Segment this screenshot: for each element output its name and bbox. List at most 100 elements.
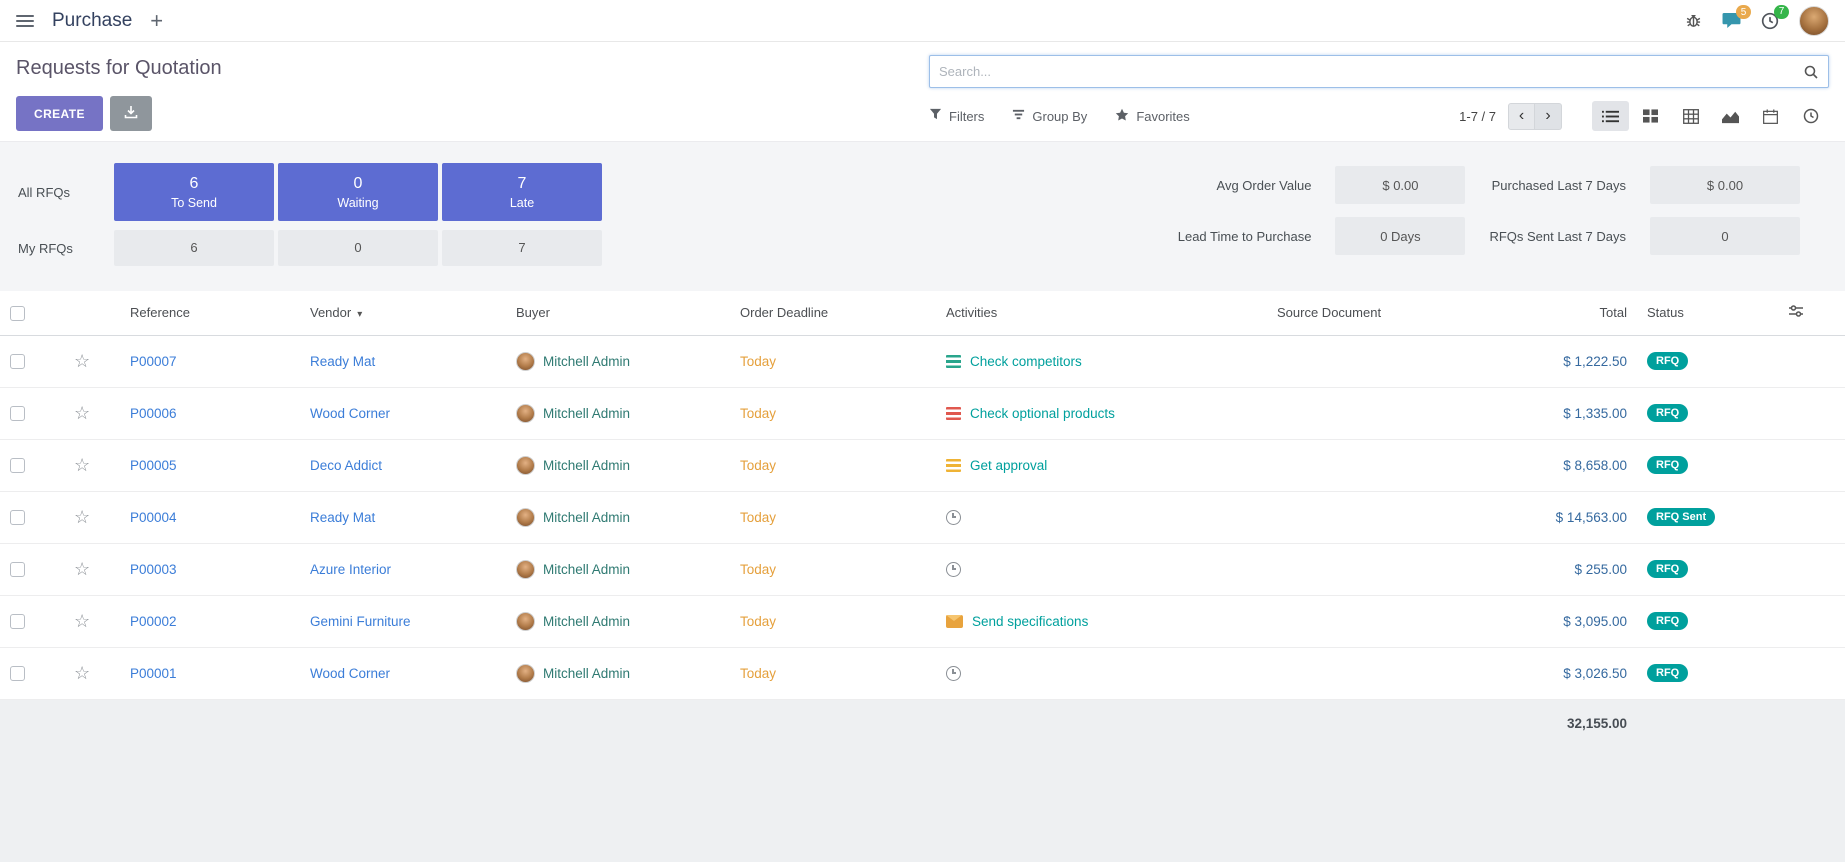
table-row[interactable]: ☆ P00007 Ready Mat Mitchell Admin Today … [0,335,1845,387]
vendor-link[interactable]: Gemini Furniture [310,614,411,629]
favorite-star-icon[interactable]: ☆ [74,403,90,423]
row-checkbox[interactable] [10,406,25,421]
activity-icon[interactable] [946,355,961,368]
view-pivot-button[interactable] [1672,101,1709,131]
table-row[interactable]: ☆ P00002 Gemini Furniture Mitchell Admin… [0,595,1845,647]
column-header-vendor[interactable]: Vendor▾ [300,291,506,335]
favorite-star-icon[interactable]: ☆ [74,507,90,527]
activity-icon[interactable] [946,615,963,628]
reference-link[interactable]: P00001 [130,666,177,681]
activity-icon[interactable] [946,407,961,420]
activities-icon[interactable]: 7 [1761,12,1779,30]
app-name[interactable]: Purchase [52,10,132,32]
buyer-name[interactable]: Mitchell Admin [543,458,630,473]
plus-icon[interactable]: + [150,10,163,32]
row-checkbox[interactable] [10,510,25,525]
activity-icon[interactable] [946,510,961,525]
view-list-button[interactable] [1592,101,1629,131]
select-all-checkbox[interactable] [10,306,25,321]
filters-button[interactable]: Filters [929,108,984,124]
pager-previous-button[interactable]: ‹ [1508,103,1535,130]
status-badge: RFQ [1647,404,1688,422]
apps-menu-icon[interactable] [16,15,34,27]
search-icon[interactable] [1803,64,1819,80]
rfq-table: Reference Vendor▾ Buyer Order Deadline A… [0,291,1845,747]
my-tile-late[interactable]: 7 [442,230,602,266]
page-title: Requests for Quotation [16,57,222,80]
reference-link[interactable]: P00005 [130,458,177,473]
buyer-avatar [516,352,535,371]
tile-to-send[interactable]: 6 To Send [114,163,274,221]
row-checkbox[interactable] [10,562,25,577]
table-row[interactable]: ☆ P00006 Wood Corner Mitchell Admin Toda… [0,387,1845,439]
messages-icon[interactable]: 5 [1722,12,1741,29]
table-row[interactable]: ☆ P00005 Deco Addict Mitchell Admin Toda… [0,439,1845,491]
column-header-reference[interactable]: Reference [120,291,300,335]
debug-icon[interactable] [1685,12,1702,29]
favorites-button[interactable]: Favorites [1115,108,1189,125]
vendor-link[interactable]: Wood Corner [310,406,390,421]
optional-columns-toggle-icon[interactable] [1788,306,1804,321]
view-kanban-button[interactable] [1632,101,1669,131]
column-header-buyer[interactable]: Buyer [506,291,730,335]
view-activity-button[interactable] [1792,101,1829,131]
column-header-order-deadline[interactable]: Order Deadline [730,291,936,335]
reference-link[interactable]: P00006 [130,406,177,421]
vendor-link[interactable]: Ready Mat [310,354,375,369]
reference-link[interactable]: P00002 [130,614,177,629]
tile-waiting[interactable]: 0 Waiting [278,163,438,221]
favorite-star-icon[interactable]: ☆ [74,663,90,683]
buyer-name[interactable]: Mitchell Admin [543,406,630,421]
vendor-link[interactable]: Wood Corner [310,666,390,681]
activity-link[interactable]: Send specifications [972,614,1088,629]
row-checkbox[interactable] [10,666,25,681]
vendor-link[interactable]: Deco Addict [310,458,382,473]
pager-next-button[interactable]: › [1535,103,1562,130]
vendor-link[interactable]: Azure Interior [310,562,391,577]
reference-link[interactable]: P00007 [130,354,177,369]
activity-link[interactable]: Get approval [970,458,1047,473]
table-row[interactable]: ☆ P00004 Ready Mat Mitchell Admin Today … [0,491,1845,543]
create-button[interactable]: CREATE [16,96,103,131]
activity-link[interactable]: Check optional products [970,406,1115,421]
favorite-star-icon[interactable]: ☆ [74,351,90,371]
buyer-name[interactable]: Mitchell Admin [543,510,630,525]
table-row[interactable]: ☆ P00003 Azure Interior Mitchell Admin T… [0,543,1845,595]
column-header-status[interactable]: Status [1637,291,1747,335]
my-tile-to-send[interactable]: 6 [114,230,274,266]
favorite-star-icon[interactable]: ☆ [74,455,90,475]
row-checkbox[interactable] [10,458,25,473]
buyer-name[interactable]: Mitchell Admin [543,614,630,629]
activity-icon[interactable] [946,459,961,472]
user-avatar[interactable] [1799,6,1829,36]
view-graph-button[interactable] [1712,101,1749,131]
reference-link[interactable]: P00003 [130,562,177,577]
group-by-button[interactable]: Group By [1012,108,1087,124]
activities-badge: 7 [1774,5,1789,19]
buyer-name[interactable]: Mitchell Admin [543,354,630,369]
my-tile-waiting[interactable]: 0 [278,230,438,266]
tile-late[interactable]: 7 Late [442,163,602,221]
activity-icon[interactable] [946,562,961,577]
source-document [1267,387,1437,439]
row-checkbox[interactable] [10,614,25,629]
status-badge: RFQ [1647,560,1688,578]
search-input[interactable] [939,64,1803,79]
purchase-app-page: Purchase + 5 7 [0,0,1845,862]
vendor-link[interactable]: Ready Mat [310,510,375,525]
view-calendar-button[interactable] [1752,101,1789,131]
export-button[interactable] [110,96,152,131]
activity-link[interactable]: Check competitors [970,354,1082,369]
column-header-activities[interactable]: Activities [936,291,1267,335]
column-header-total[interactable]: Total [1437,291,1637,335]
buyer-name[interactable]: Mitchell Admin [543,666,630,681]
reference-link[interactable]: P00004 [130,510,177,525]
activity-icon[interactable] [946,666,961,681]
buyer-avatar [516,508,535,527]
favorite-star-icon[interactable]: ☆ [74,559,90,579]
favorite-star-icon[interactable]: ☆ [74,611,90,631]
column-header-source-document[interactable]: Source Document [1267,291,1437,335]
table-row[interactable]: ☆ P00001 Wood Corner Mitchell Admin Toda… [0,647,1845,699]
row-checkbox[interactable] [10,354,25,369]
buyer-name[interactable]: Mitchell Admin [543,562,630,577]
